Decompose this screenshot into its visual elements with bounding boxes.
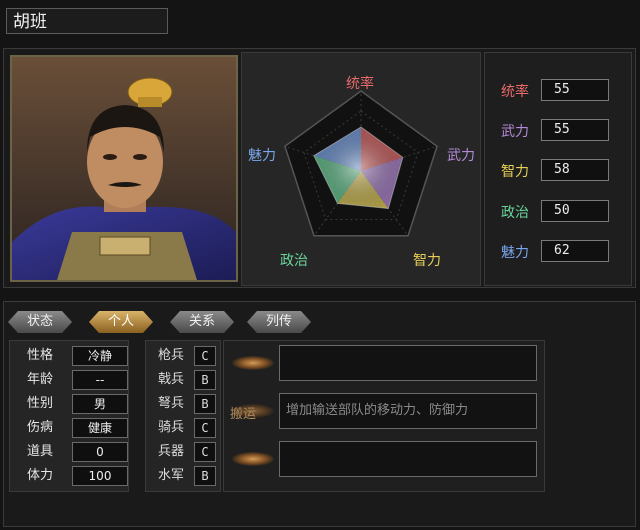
skill-slot-3[interactable] bbox=[279, 441, 537, 477]
info-label: 年龄 bbox=[26, 372, 53, 387]
stats-panel: 统率 55 武力 55 智力 58 政治 50 魅力 62 bbox=[484, 52, 632, 286]
character-name: 胡班 bbox=[13, 12, 47, 32]
tab-label: 关系 bbox=[188, 314, 215, 329]
info-value: 健康 bbox=[72, 418, 128, 438]
skill-orb-icon bbox=[232, 452, 274, 466]
radar-label-zhili: 智力 bbox=[413, 253, 441, 269]
troop-aptitude-panel: 枪兵 C 戟兵 B 弩兵 B 骑兵 C 兵器 C 水军 B bbox=[145, 340, 221, 492]
stat-label: 魅力 bbox=[501, 245, 529, 261]
stat-value: 55 bbox=[541, 79, 609, 101]
troop-label: 骑兵 bbox=[157, 420, 184, 435]
tab-label: 个人 bbox=[107, 314, 134, 329]
troop-grade: B bbox=[194, 466, 216, 486]
tab-label: 状态 bbox=[26, 314, 53, 329]
stat-label: 智力 bbox=[501, 164, 529, 180]
character-portrait bbox=[10, 55, 238, 282]
info-value: 冷静 bbox=[72, 346, 128, 366]
troop-label: 戟兵 bbox=[157, 372, 184, 387]
troop-grade: B bbox=[194, 394, 216, 414]
troop-label: 水军 bbox=[157, 468, 184, 483]
tab-status[interactable]: 状态 bbox=[8, 311, 72, 333]
tab-personal[interactable]: 个人 bbox=[89, 311, 153, 333]
portrait-illustration bbox=[12, 57, 236, 280]
troop-label: 枪兵 bbox=[157, 348, 184, 363]
info-label: 道具 bbox=[26, 444, 53, 459]
tab-label: 列传 bbox=[265, 314, 292, 329]
skill-slot-2[interactable]: 增加输送部队的移动力、防御力 bbox=[279, 393, 537, 429]
stat-label: 武力 bbox=[501, 124, 529, 140]
troop-grade: C bbox=[194, 418, 216, 438]
radar-chart-panel: 统率 武力 智力 政治 魅力 bbox=[241, 52, 481, 286]
troop-label: 兵器 bbox=[157, 444, 184, 459]
troop-label: 弩兵 bbox=[157, 396, 184, 411]
info-label: 性格 bbox=[26, 348, 53, 363]
troop-grade: B bbox=[194, 370, 216, 390]
info-value: 男 bbox=[72, 394, 128, 414]
skill-orb-icon bbox=[232, 356, 274, 370]
radar-label-wuli: 武力 bbox=[447, 148, 475, 164]
info-label: 体力 bbox=[26, 468, 53, 483]
stat-label: 统率 bbox=[501, 84, 529, 100]
info-value: 100 bbox=[72, 466, 128, 486]
tab-relations[interactable]: 关系 bbox=[170, 311, 234, 333]
tab-biography[interactable]: 列传 bbox=[247, 311, 311, 333]
troop-grade: C bbox=[194, 346, 216, 366]
stat-value: 55 bbox=[541, 119, 609, 141]
personal-info-panel: 性格 冷静 年龄 -- 性别 男 伤病 健康 道具 0 体力 100 bbox=[9, 340, 129, 492]
info-label: 伤病 bbox=[26, 420, 53, 435]
skill-desc: 增加输送部队的移动力、防御力 bbox=[286, 403, 469, 418]
info-value: -- bbox=[72, 370, 128, 390]
info-value: 0 bbox=[72, 442, 128, 462]
skill-slot-1[interactable] bbox=[279, 345, 537, 381]
skill-name: 搬运 bbox=[230, 407, 257, 422]
stat-value: 58 bbox=[541, 159, 609, 181]
stat-value: 62 bbox=[541, 240, 609, 262]
character-name-box: 胡班 bbox=[6, 8, 168, 34]
radar-label-meili: 魅力 bbox=[248, 148, 276, 164]
troop-grade: C bbox=[194, 442, 216, 462]
radar-label-zhengzhi: 政治 bbox=[280, 253, 308, 269]
info-label: 性别 bbox=[26, 396, 53, 411]
stat-label: 政治 bbox=[501, 205, 529, 221]
stat-value: 50 bbox=[541, 200, 609, 222]
radar-label-tongshuai: 统率 bbox=[346, 76, 374, 92]
